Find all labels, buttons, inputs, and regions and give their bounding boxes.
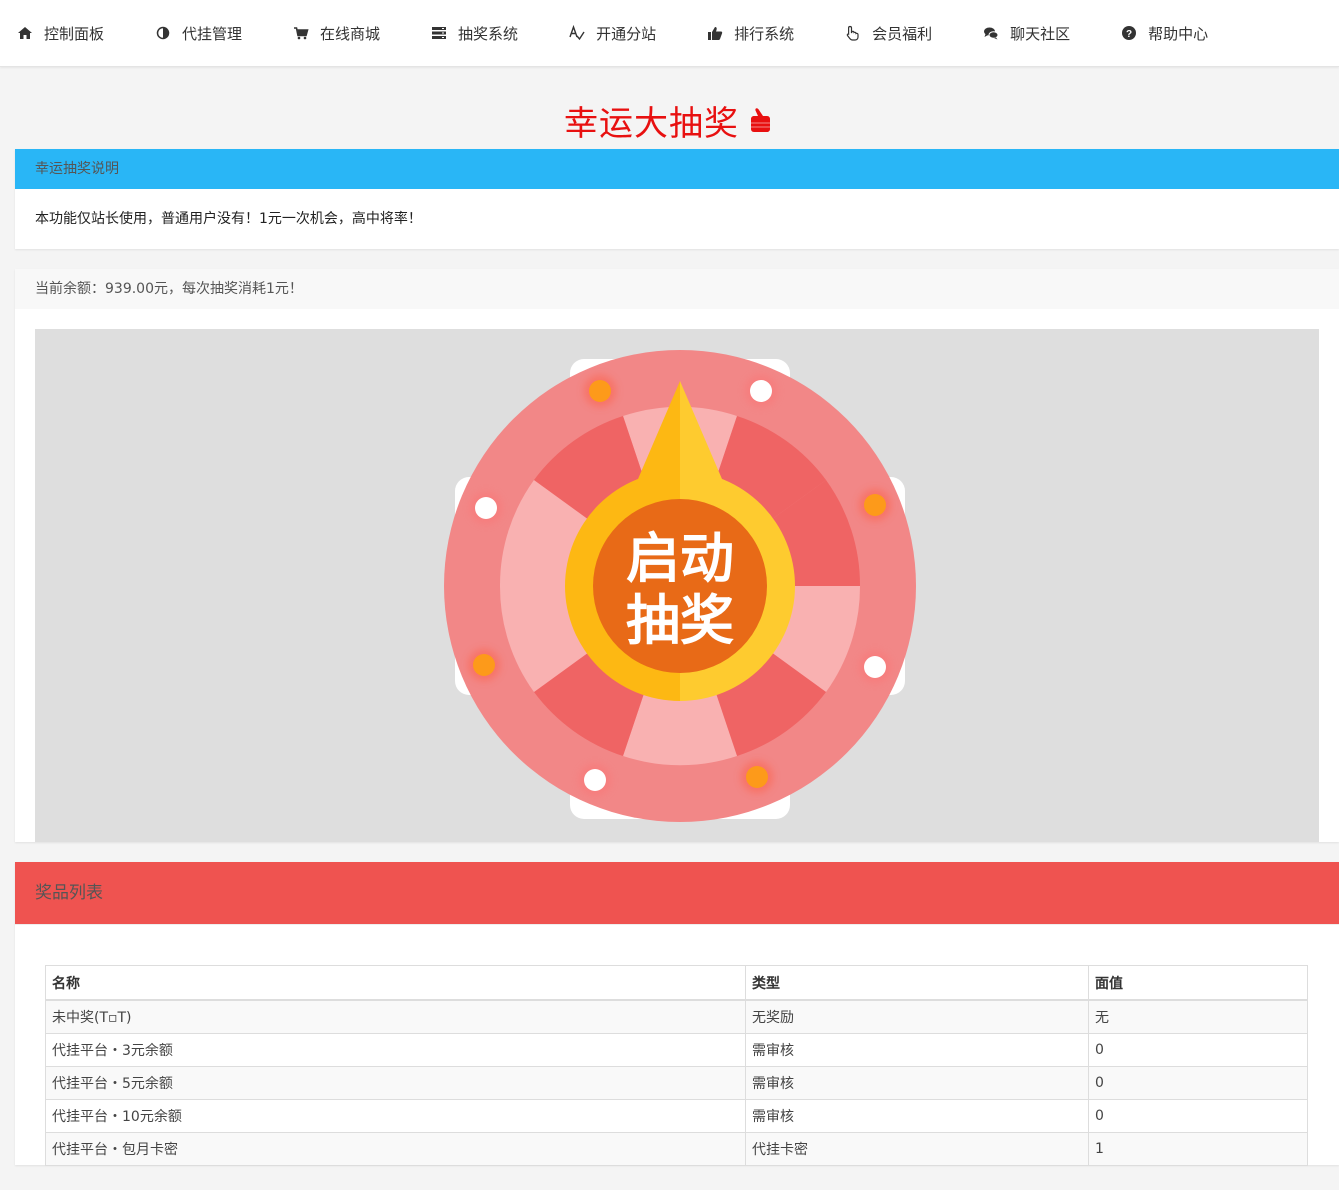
lottery-wheel-panel: 当前余额：939.00元，每次抽奖消耗1元！ 启动 抽奖: [15, 269, 1339, 842]
wheel-light: [584, 769, 606, 791]
nav-item-proxy-management[interactable]: 代挂管理: [154, 23, 242, 44]
server-icon: [430, 24, 448, 42]
table-row: 代挂平台・包月卡密 代挂卡密 1: [45, 1132, 1308, 1166]
table-row: 未中奖(T▫T) 无奖励 无: [45, 999, 1308, 1034]
prize-name-cell: 代挂平台・5元余额: [45, 1066, 746, 1100]
lottery-info-text: 本功能仅站长使用，普通用户没有！1元一次机会，高中将率！: [35, 211, 422, 227]
table-row: 代挂平台・5元余额 需审核 0: [45, 1066, 1308, 1100]
wheel-light: [475, 497, 497, 519]
hand-pointing-icon: [751, 108, 770, 132]
wheel-light: [746, 766, 768, 788]
column-header-name: 名称: [45, 965, 746, 1001]
svg-text:?: ?: [1126, 29, 1132, 40]
page-title: 幸运大抽奖: [0, 91, 1339, 149]
nav-item-dashboard[interactable]: 控制面板: [16, 23, 104, 44]
column-header-value: 面值: [1088, 965, 1308, 1001]
start-button-label-line2: 抽奖: [626, 589, 734, 652]
page-title-text: 幸运大抽奖: [564, 103, 739, 144]
wheel-light: [750, 380, 772, 402]
nav-item-open-substation[interactable]: 开通分站: [568, 23, 656, 44]
nav-label: 代挂管理: [182, 24, 243, 43]
start-button-label-line1: 启动: [626, 527, 734, 590]
prize-name-cell: 代挂平台・3元余额: [45, 1033, 746, 1067]
prize-value-cell: 1: [1088, 1132, 1308, 1166]
table-row: 代挂平台・3元余额 需审核 0: [45, 1033, 1308, 1067]
prize-name-cell: 代挂平台・10元余额: [45, 1099, 746, 1133]
nav-item-chat-community[interactable]: 聊天社区: [982, 23, 1070, 44]
wheel-light: [589, 380, 611, 402]
prize-name-cell: 未中奖(T▫T): [45, 999, 746, 1034]
nav-label: 会员福利: [872, 24, 933, 43]
wheel-light: [473, 654, 495, 676]
prize-type-cell: 需审核: [745, 1099, 1089, 1133]
prize-name-cell: 代挂平台・包月卡密: [45, 1132, 746, 1166]
prize-type-cell: 需审核: [745, 1066, 1089, 1100]
prize-value-cell: 0: [1088, 1099, 1308, 1133]
nav-label: 排行系统: [734, 24, 795, 43]
prize-list-heading: 奖品列表: [15, 862, 1339, 924]
home-icon: [16, 24, 34, 42]
lottery-wheel: 启动 抽奖: [444, 350, 916, 822]
table-row: 代挂平台・10元余额 需审核 0: [45, 1099, 1308, 1133]
nav-item-ranking-system[interactable]: 排行系统: [706, 23, 794, 44]
nav-label: 帮助中心: [1148, 24, 1209, 43]
column-header-type: 类型: [745, 965, 1089, 1001]
table-header-row: 名称 类型 面值: [45, 965, 1308, 1001]
prize-type-cell: 无奖励: [745, 999, 1089, 1034]
prize-table: 名称 类型 面值 未中奖(T▫T) 无奖励 无 代挂平台・3元余额 需审核 0 …: [45, 965, 1308, 1166]
prize-table-wrap: 名称 类型 面值 未中奖(T▫T) 无奖励 无 代挂平台・3元余额 需审核 0 …: [15, 924, 1339, 1166]
text-check-icon: [568, 24, 586, 42]
nav-label: 开通分站: [596, 24, 657, 43]
pointer-hand-icon: [844, 24, 862, 42]
nav-label: 在线商城: [320, 24, 381, 43]
wheel-area: 启动 抽奖: [35, 329, 1319, 842]
prize-value-cell: 0: [1088, 1033, 1308, 1067]
prize-type-cell: 代挂卡密: [745, 1132, 1089, 1166]
nav-label: 聊天社区: [1010, 24, 1071, 43]
prize-value-cell: 0: [1088, 1066, 1308, 1100]
prize-list-panel: 奖品列表 名称 类型 面值 未中奖(T▫T) 无奖励 无 代挂平台・3元余额 需…: [15, 862, 1339, 1166]
balance-text: 当前余额：939.00元，每次抽奖消耗1元！: [15, 269, 1339, 309]
nav-item-lottery-system[interactable]: 抽奖系统: [430, 23, 518, 44]
prize-value-cell: 无: [1088, 999, 1308, 1034]
cart-icon: [292, 24, 310, 42]
nav-item-online-shop[interactable]: 在线商城: [292, 23, 380, 44]
lottery-info-heading: 幸运抽奖说明: [15, 149, 1339, 189]
start-lottery-button[interactable]: 启动 抽奖: [565, 471, 795, 701]
wheel-light: [864, 656, 886, 678]
chat-bubbles-icon: [982, 24, 1000, 42]
nav-item-help-center[interactable]: ? 帮助中心: [1120, 23, 1208, 44]
nav-item-member-benefits[interactable]: 会员福利: [844, 23, 932, 44]
wheel-light: [864, 494, 886, 516]
question-circle-icon: ?: [1120, 24, 1138, 42]
nav-label: 抽奖系统: [458, 24, 519, 43]
thumbs-up-icon: [706, 24, 724, 42]
prize-type-cell: 需审核: [745, 1033, 1089, 1067]
nav-label: 控制面板: [44, 24, 105, 43]
top-navigation: 控制面板 代挂管理 在线商城 抽奖系统 开通分站 排行系统 会员福利 聊天社区 …: [0, 0, 1339, 67]
contrast-icon: [154, 24, 172, 42]
lottery-info-panel: 幸运抽奖说明 本功能仅站长使用，普通用户没有！1元一次机会，高中将率！: [15, 149, 1339, 249]
